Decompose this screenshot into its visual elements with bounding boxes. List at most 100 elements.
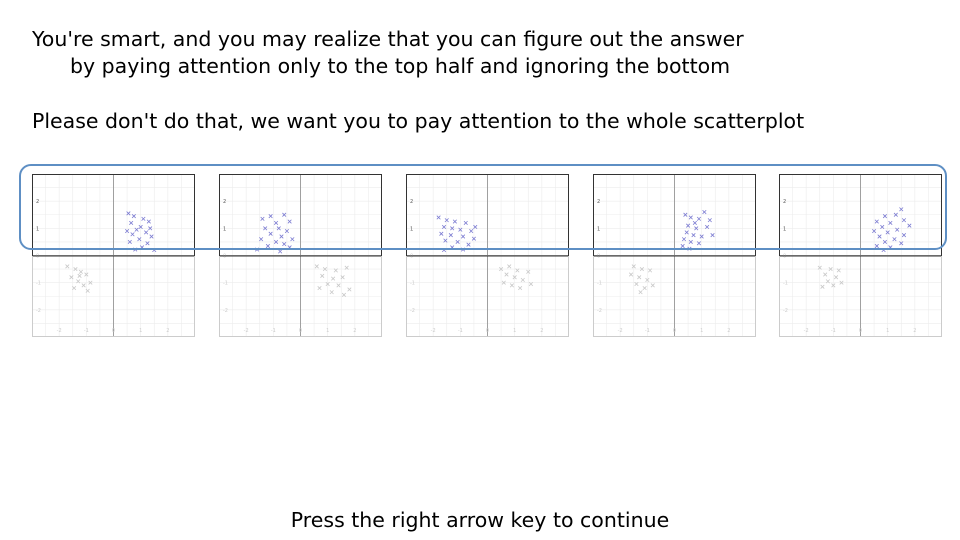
scatter-point — [290, 237, 295, 242]
scatter-point — [265, 243, 270, 249]
y-tick-label: 1 — [783, 226, 786, 232]
y-tick-label: 2 — [597, 199, 600, 205]
scatter-point — [692, 220, 697, 225]
scatter-point — [877, 234, 882, 239]
scatter-point — [901, 218, 907, 223]
y-tick-label: -2 — [597, 308, 602, 314]
scatter-point — [710, 233, 715, 238]
y-tick-label: 1 — [36, 226, 39, 232]
scatterplot-3: 210-1-2-2 -1 0 1 2 — [406, 174, 569, 337]
y-tick-label: 1 — [410, 226, 413, 232]
y-tick-label: 1 — [223, 226, 226, 232]
scatter-point — [317, 286, 322, 291]
scatter-point — [452, 219, 457, 224]
y-tick-label: -1 — [783, 281, 788, 287]
scatter-point — [144, 230, 149, 235]
scatter-point — [282, 242, 287, 247]
x-tick-label: -2 — [804, 328, 809, 334]
continue-prompt: Press the right arrow key to continue — [290, 508, 670, 532]
scatter-point — [133, 247, 138, 252]
y-tick-label: 2 — [223, 199, 226, 205]
x-tick-label: 0 — [859, 328, 862, 334]
scatter-point — [65, 264, 70, 269]
scatter-point — [320, 273, 325, 278]
scatter-point — [702, 209, 707, 215]
scatter-point — [254, 247, 260, 252]
scatterplot-4: 210-1-2-2 -1 0 1 2 — [593, 174, 756, 337]
scatter-point — [642, 286, 647, 291]
y-tick-label: -1 — [597, 281, 602, 287]
x-tick-label: -2 — [431, 328, 436, 334]
x-tick-label: 2 — [727, 328, 730, 334]
y-tick-label: -1 — [36, 281, 41, 287]
scatter-point — [260, 216, 265, 221]
scatter-point — [149, 234, 154, 239]
scatter-point — [279, 234, 284, 239]
scatter-point — [680, 243, 685, 249]
x-tick-label: -1 — [271, 328, 276, 334]
x-tick-label: 2 — [913, 328, 916, 334]
x-tick-label: 2 — [353, 328, 356, 334]
scatter-point — [901, 233, 907, 238]
scatter-point — [907, 223, 912, 228]
x-tick-label: 1 — [886, 328, 889, 334]
scatter-point — [681, 237, 687, 242]
x-tick-label: -2 — [57, 328, 62, 334]
x-tick-label: -2 — [618, 328, 623, 334]
x-tick-label: -1 — [84, 328, 89, 334]
y-tick-label: -1 — [410, 281, 415, 287]
scatter-point — [637, 275, 642, 280]
scatterplot-panels: 2 1 0 -1 -2 -2 -1 0 1 2 2 1 0 -1 -2 -2 -1 0 1 2 2 1 0 -1 -2 -2 -1 0… — [0, 0, 960, 540]
x-tick-label: -1 — [831, 328, 836, 334]
scatter-point — [520, 277, 525, 283]
x-tick-label: 0 — [673, 328, 676, 334]
scatter-point — [881, 247, 886, 253]
y-tick-label: -2 — [223, 308, 228, 314]
y-tick-label: -1 — [223, 281, 228, 287]
y-tick-label: 2 — [410, 199, 413, 205]
scatter-point — [78, 269, 83, 274]
scatter-point — [688, 215, 693, 220]
scatter-point — [287, 219, 292, 224]
scatter-point — [441, 247, 447, 253]
y-tick-label: 2 — [36, 199, 39, 205]
scatter-point — [81, 283, 86, 288]
scatter-point — [273, 220, 279, 225]
scatter-point — [820, 284, 825, 289]
x-tick-label: -1 — [458, 328, 463, 334]
x-tick-label: 2 — [166, 328, 169, 334]
scatter-point — [129, 220, 134, 225]
scatter-point — [439, 231, 444, 236]
x-tick-label: 0 — [299, 328, 302, 334]
x-tick-label: 2 — [540, 328, 543, 334]
scatter-point — [466, 242, 471, 247]
x-tick-label: -2 — [244, 328, 249, 334]
scatter-point — [436, 215, 441, 220]
scatter-point — [314, 264, 319, 269]
x-tick-label: -1 — [645, 328, 650, 334]
scatter-point — [450, 245, 455, 250]
scatter-point — [77, 273, 82, 278]
y-tick-label: 1 — [597, 226, 600, 232]
scatter-point — [130, 232, 135, 237]
scatter-point — [287, 245, 292, 250]
scatterplot-5: 210-1-2-2 -1 0 1 2 — [779, 174, 942, 337]
y-tick-label: 2 — [783, 199, 786, 205]
scatter-point — [460, 247, 466, 252]
x-tick-label: 1 — [326, 328, 329, 334]
scatter-point — [504, 272, 509, 277]
scatter-point — [448, 233, 453, 238]
scatter-point — [460, 234, 466, 239]
x-tick-label: 1 — [513, 328, 516, 334]
x-tick-label: 1 — [700, 328, 703, 334]
scatter-point — [892, 237, 897, 242]
scatter-point — [696, 216, 702, 221]
y-tick-label: -2 — [783, 308, 788, 314]
scatter-point — [507, 264, 512, 269]
scatter-point — [141, 216, 146, 221]
x-tick-label: 0 — [112, 328, 115, 334]
x-tick-label: 0 — [486, 328, 489, 334]
scatter-point — [874, 243, 879, 249]
scatter-point — [707, 218, 712, 223]
scatter-point — [823, 272, 828, 277]
